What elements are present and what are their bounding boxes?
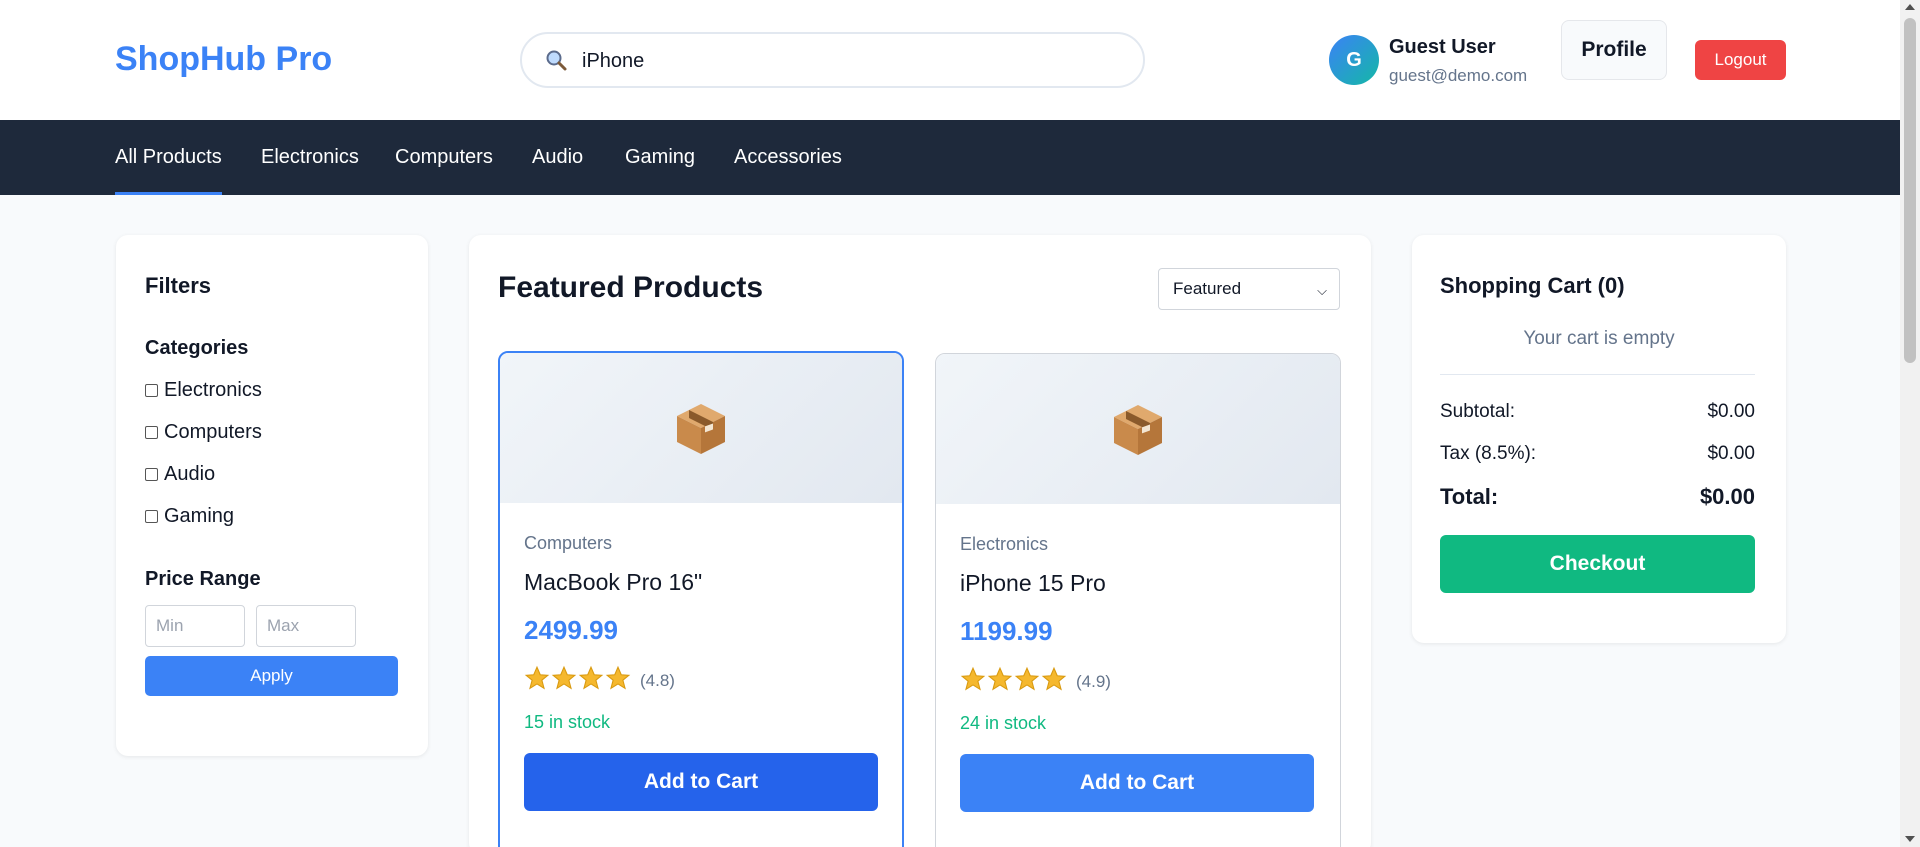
add-to-cart-button[interactable]: Add to Cart bbox=[960, 754, 1314, 812]
search-input[interactable]: iPhone bbox=[582, 50, 644, 73]
star-icon bbox=[578, 665, 604, 690]
products-title: Featured Products bbox=[498, 271, 764, 304]
star-icon bbox=[1041, 666, 1067, 691]
subtotal-value: $0.00 bbox=[1707, 401, 1755, 422]
cart-empty-message: Your cart is empty bbox=[1523, 328, 1675, 349]
max-price-input[interactable]: Max bbox=[256, 605, 356, 647]
stock-status: 24 in stock bbox=[960, 713, 1047, 733]
avatar: G bbox=[1329, 35, 1379, 85]
nav-item-gaming[interactable]: Gaming bbox=[625, 120, 695, 195]
nav-item-audio[interactable]: Audio bbox=[532, 120, 583, 195]
price-range-heading: Price Range bbox=[145, 568, 261, 590]
cart-title: Shopping Cart (0) bbox=[1440, 273, 1625, 298]
scroll-down-arrow-icon[interactable] bbox=[1905, 836, 1915, 842]
checkbox[interactable] bbox=[145, 384, 158, 397]
add-to-cart-button[interactable]: Add to Cart bbox=[524, 753, 878, 811]
star-icon bbox=[551, 665, 577, 690]
user-email: guest@demo.com bbox=[1389, 66, 1528, 85]
products-panel: Featured Products Featured ⌵ Computers M… bbox=[469, 235, 1371, 847]
tax-label: Tax (8.5%): bbox=[1440, 443, 1537, 464]
product-price: 2499.99 bbox=[524, 615, 618, 645]
checkbox-label: Audio bbox=[164, 463, 216, 485]
checkout-button[interactable]: Checkout bbox=[1440, 535, 1755, 593]
total-label: Total: bbox=[1440, 484, 1499, 509]
tax-row: Tax (8.5%): $0.00 bbox=[1440, 443, 1755, 465]
cart-panel: Shopping Cart (0) Your cart is empty Sub… bbox=[1412, 235, 1786, 643]
filters-panel: Filters Categories Electronics Computers… bbox=[116, 235, 428, 756]
product-rating: (4.9) bbox=[1076, 672, 1111, 691]
nav-item-all-products[interactable]: All Products bbox=[115, 120, 222, 195]
category-checkbox-electronics[interactable]: Electronics bbox=[145, 379, 262, 402]
tax-value: $0.00 bbox=[1707, 443, 1755, 464]
page-scrollbar[interactable] bbox=[1900, 0, 1920, 847]
scroll-up-arrow-icon[interactable] bbox=[1905, 4, 1915, 10]
checkbox-label: Gaming bbox=[164, 505, 235, 527]
product-name[interactable]: iPhone 15 Pro bbox=[960, 570, 1106, 597]
sort-select[interactable]: Featured ⌵ bbox=[1158, 268, 1340, 310]
sort-selected-value: Featured bbox=[1173, 279, 1242, 298]
checkbox[interactable] bbox=[145, 468, 158, 481]
product-card[interactable]: Electronics iPhone 15 Pro 1199.99 (4.9) … bbox=[935, 353, 1341, 847]
star-icon bbox=[960, 666, 986, 691]
product-name[interactable]: MacBook Pro 16" bbox=[524, 569, 702, 596]
star-icon bbox=[987, 666, 1013, 691]
logout-button[interactable]: Logout bbox=[1695, 40, 1786, 80]
product-category: Computers bbox=[524, 533, 613, 553]
brand-logo[interactable]: ShopHub Pro bbox=[115, 40, 332, 79]
star-rating bbox=[524, 665, 632, 691]
total-row: Total: $0.00 bbox=[1440, 484, 1755, 510]
star-icon bbox=[605, 665, 631, 690]
star-icon bbox=[524, 665, 550, 690]
product-image bbox=[500, 353, 902, 503]
chevron-down-icon: ⌵ bbox=[1317, 283, 1327, 298]
nav-item-accessories[interactable]: Accessories bbox=[734, 120, 842, 195]
user-name: Guest User bbox=[1389, 36, 1496, 58]
total-value: $0.00 bbox=[1699, 484, 1755, 509]
product-rating: (4.8) bbox=[640, 671, 675, 690]
apply-button[interactable]: Apply bbox=[145, 656, 398, 696]
category-checkbox-gaming[interactable]: Gaming bbox=[145, 505, 234, 528]
product-card[interactable]: Computers MacBook Pro 16" 2499.99 (4.8) … bbox=[498, 351, 904, 847]
checkbox[interactable] bbox=[145, 426, 158, 439]
product-category: Electronics bbox=[960, 534, 1049, 554]
header: ShopHub Pro iPhone G Guest User guest@de… bbox=[0, 0, 1900, 120]
product-image bbox=[936, 354, 1340, 504]
filters-title: Filters bbox=[145, 273, 212, 298]
subtotal-label: Subtotal: bbox=[1440, 401, 1515, 422]
category-nav: All Products Electronics Computers Audio… bbox=[0, 120, 1900, 195]
star-icon bbox=[1014, 666, 1040, 691]
package-icon bbox=[677, 404, 725, 454]
checkbox-label: Computers bbox=[164, 421, 262, 443]
star-rating bbox=[960, 666, 1068, 692]
profile-button[interactable]: Profile bbox=[1561, 20, 1667, 80]
category-checkbox-computers[interactable]: Computers bbox=[145, 421, 262, 444]
checkbox-label: Electronics bbox=[164, 379, 262, 401]
product-price: 1199.99 bbox=[960, 616, 1053, 646]
nav-item-computers[interactable]: Computers bbox=[395, 120, 493, 195]
min-price-input[interactable]: Min bbox=[145, 605, 245, 647]
divider bbox=[1440, 374, 1755, 375]
nav-item-electronics[interactable]: Electronics bbox=[261, 120, 359, 195]
stock-status: 15 in stock bbox=[524, 712, 611, 732]
scrollbar-thumb[interactable] bbox=[1904, 18, 1916, 363]
subtotal-row: Subtotal: $0.00 bbox=[1440, 401, 1755, 423]
checkbox[interactable] bbox=[145, 510, 158, 523]
search-icon bbox=[546, 50, 567, 71]
category-checkbox-audio[interactable]: Audio bbox=[145, 463, 215, 486]
search-bar[interactable]: iPhone bbox=[520, 32, 1145, 88]
categories-heading: Categories bbox=[145, 337, 249, 359]
package-icon bbox=[1114, 405, 1162, 455]
